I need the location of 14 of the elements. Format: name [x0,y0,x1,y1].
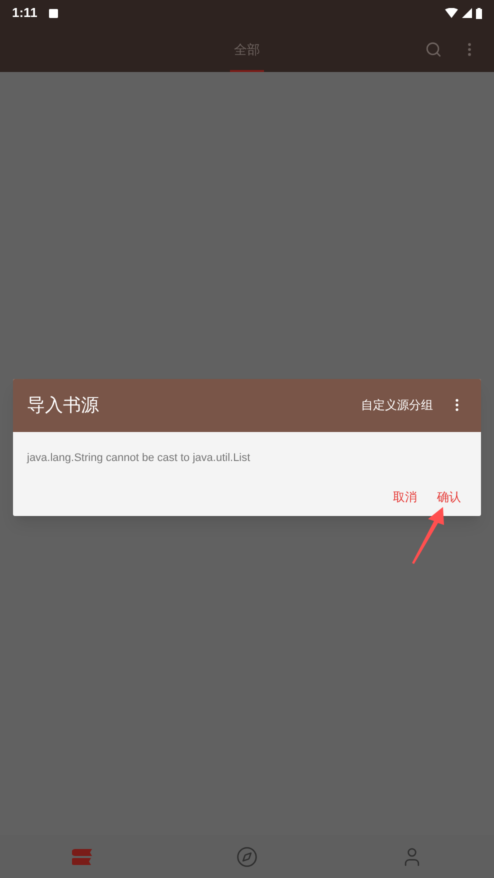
search-icon[interactable] [425,40,442,58]
dialog-button[interactable]: 确认 [437,488,461,506]
custom-group-button[interactable]: 自定义源分组 [361,396,433,414]
tab[interactable]: 全部 [230,26,264,72]
bookshelf-icon[interactable] [72,848,92,864]
battery-icon [476,8,482,18]
error-message: java.lang.String cannot be cast to java.util.List [26,450,252,466]
dialog-title: 导入书源 [27,394,99,417]
wifi-icon [445,8,458,18]
compass-icon[interactable] [236,846,258,868]
notification-icon [49,8,58,18]
dialog-button[interactable]: 取消 [393,488,417,506]
signal-icon [462,8,472,18]
clock: 1:11 [12,4,38,22]
